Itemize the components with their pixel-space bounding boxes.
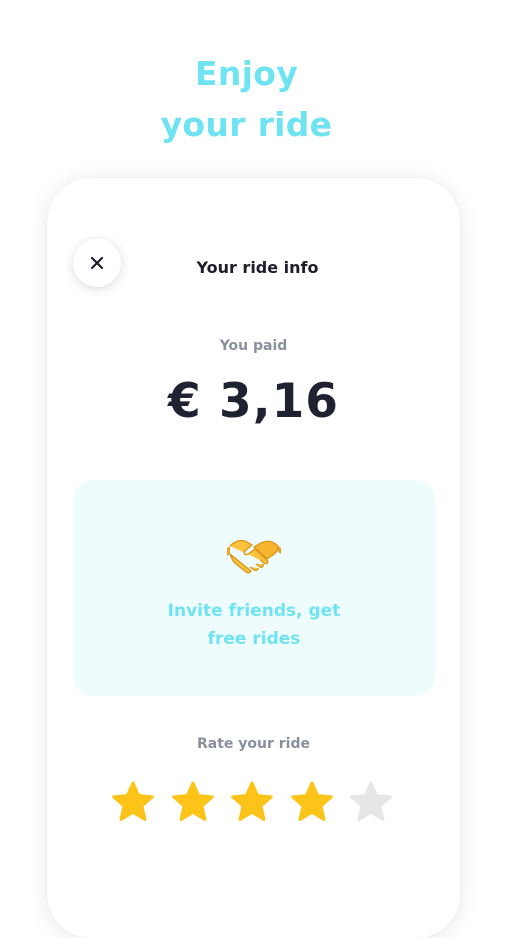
star-4[interactable] [290,780,334,824]
star-1[interactable] [111,780,155,824]
star-3[interactable] [230,780,274,824]
invite-text-line-2: free rides [207,629,301,649]
star-filled-icon [290,781,333,821]
star-empty-icon [350,781,392,821]
star-5[interactable] [349,780,393,824]
star-rating [111,780,401,824]
invite-text: Invite friends, get free rides [73,597,435,653]
rate-label: Rate your ride [197,736,310,752]
star-filled-icon [112,781,154,821]
star-2[interactable] [171,780,215,824]
ride-info-card: Your ride info You paid € 3,16 Invite fr… [47,178,460,938]
invite-text-line-1: Invite friends, get [167,601,341,621]
card-title: Your ride info [196,258,319,277]
invite-friends-banner[interactable]: Invite friends, get free rides [73,480,435,696]
headline-line-1: Enjoy [194,54,299,93]
promo-headline: Enjoy your ride [0,48,493,150]
paid-label: You paid [219,338,288,354]
handshake-icon [227,539,281,574]
star-filled-icon [171,781,214,821]
star-filled-icon [231,781,273,821]
paid-amount: € 3,16 [167,374,340,429]
headline-line-2: your ride [160,105,333,144]
